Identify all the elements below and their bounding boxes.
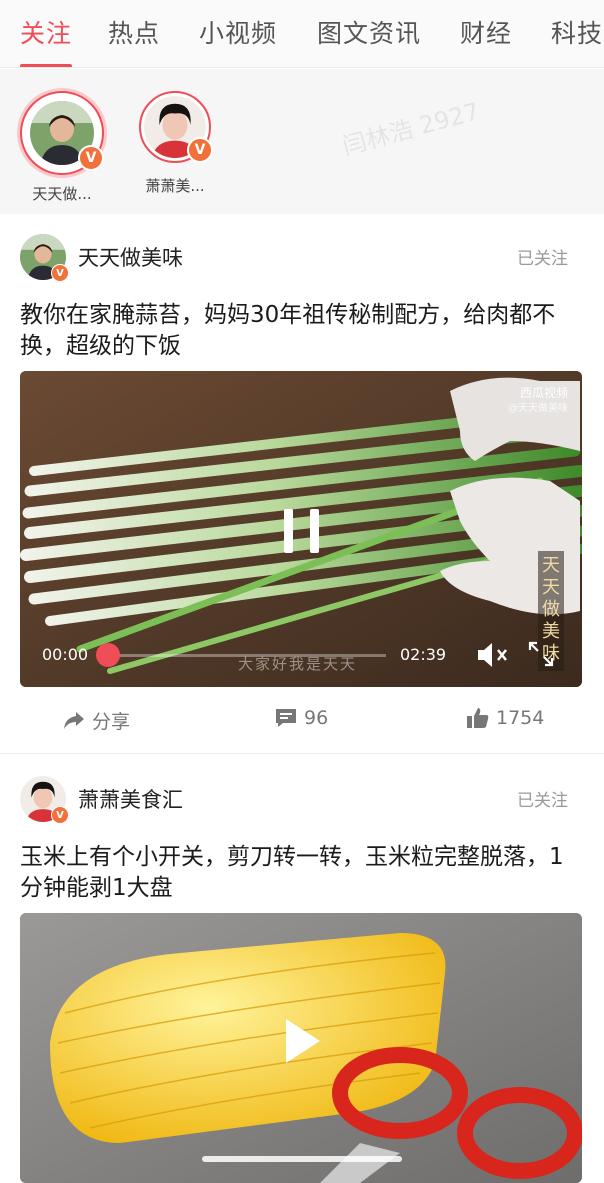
share-button[interactable]: 分享 <box>62 707 130 734</box>
like-count: 1754 <box>496 707 545 729</box>
brand-name: 西瓜视频 <box>519 386 568 400</box>
tab-news[interactable]: 图文资讯 <box>317 14 421 50</box>
progress-track[interactable] <box>106 654 386 657</box>
following-item[interactable]: V 萧萧美... <box>120 91 230 196</box>
following-name: 萧萧美... <box>145 177 205 195</box>
comment-button[interactable]: 96 <box>274 707 328 729</box>
pause-icon[interactable] <box>284 509 320 553</box>
following-name: 天天做... <box>32 185 92 203</box>
post-actions: 分享 96 1754 <box>0 701 604 741</box>
avatar[interactable]: V <box>20 234 69 282</box>
thumbs-up-icon <box>467 708 489 728</box>
author-row: V 萧萧美食汇 已关注 <box>20 776 584 824</box>
author-name[interactable]: 天天做美味 <box>78 242 183 272</box>
mute-icon[interactable] <box>476 641 512 669</box>
post-title[interactable]: 玉米上有个小开关，剪刀转一转，玉米粒完整脱落，1分钟能剥1大盘 <box>20 842 580 904</box>
author-name[interactable]: 萧萧美食汇 <box>78 784 183 814</box>
comment-icon <box>276 709 296 727</box>
fullscreen-icon[interactable] <box>528 641 554 667</box>
divider <box>0 753 604 754</box>
video-player[interactable]: 西瓜视频 @天天做美味 天天做美味 大家好我是天天 00:00 02:39 <box>20 371 582 687</box>
top-tab-bar: 关注 热点 小视频 图文资讯 财经 科技 <box>0 0 604 68</box>
tab-short-video[interactable]: 小视频 <box>199 14 277 50</box>
post-title[interactable]: 教你在家腌蒜苔，妈妈30年祖传秘制配方，给肉都不换，超级的下饭 <box>20 300 580 362</box>
verified-badge: V <box>51 264 69 282</box>
watermark: 闫林浩 2927 <box>339 97 483 161</box>
like-button[interactable]: 1754 <box>466 707 544 729</box>
follow-status-button[interactable]: 已关注 <box>517 244 568 269</box>
video-brand: 西瓜视频 @天天做美味 <box>508 385 568 417</box>
progress-handle[interactable] <box>96 643 120 667</box>
comment-count: 96 <box>304 707 329 729</box>
follow-status-button[interactable]: 已关注 <box>517 786 568 811</box>
duration: 02:39 <box>400 645 447 664</box>
share-label: 分享 <box>92 711 131 733</box>
current-time: 00:00 <box>42 645 89 664</box>
share-icon <box>64 711 84 729</box>
avatar: V <box>139 91 213 163</box>
tab-hot[interactable]: 热点 <box>108 14 160 50</box>
brand-handle: @天天做美味 <box>508 403 568 414</box>
active-tab-indicator <box>20 64 72 67</box>
avatar: V <box>20 91 104 175</box>
verified-badge: V <box>187 137 213 163</box>
avatar[interactable]: V <box>20 776 69 824</box>
home-indicator <box>202 1156 402 1162</box>
following-strip: 闫林浩 2927 V 天天做... V 萧萧美... <box>0 69 604 214</box>
author-row: V 天天做美味 已关注 <box>20 234 584 282</box>
verified-badge: V <box>51 806 69 824</box>
video-player[interactable] <box>20 913 582 1183</box>
tab-following[interactable]: 关注 <box>20 14 72 50</box>
play-icon[interactable] <box>286 1019 320 1063</box>
tab-finance[interactable]: 财经 <box>460 14 512 50</box>
tab-tech[interactable]: 科技 <box>551 14 603 50</box>
following-item[interactable]: V 天天做... <box>7 91 117 204</box>
verified-badge: V <box>78 145 104 171</box>
